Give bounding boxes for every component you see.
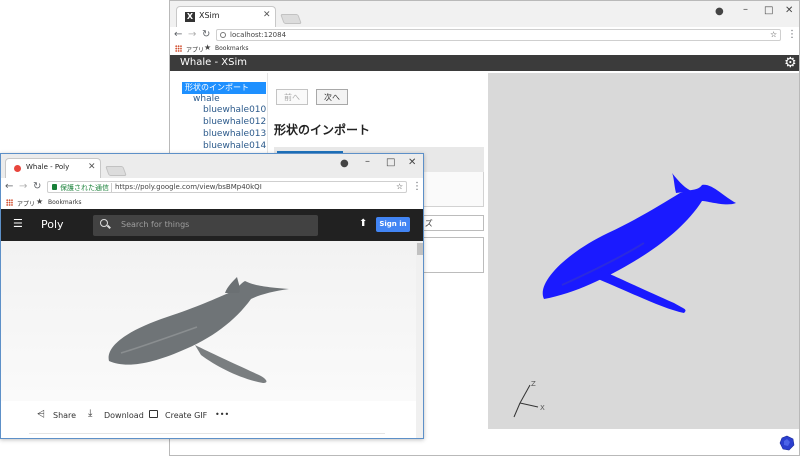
- download-button[interactable]: Download: [104, 411, 144, 420]
- profile-icon[interactable]: ●: [340, 158, 349, 169]
- sign-in-button[interactable]: Sign in: [376, 217, 410, 232]
- maximize-icon[interactable]: □: [764, 5, 773, 16]
- section-title: 形状のインポート: [274, 123, 371, 137]
- tree-item-bluewhale013[interactable]: bluewhale013: [203, 129, 266, 139]
- tab-strip: Whale - Poly ✕ ● – □ ✕: [1, 154, 423, 178]
- xsim-favicon-icon: X: [185, 12, 195, 22]
- close-tab-icon[interactable]: ✕: [263, 10, 271, 20]
- bookmarks-link[interactable]: Bookmarks: [48, 199, 82, 206]
- info-icon[interactable]: [220, 32, 226, 38]
- gif-icon: [149, 410, 158, 418]
- close-tab-icon[interactable]: ✕: [88, 162, 96, 172]
- z-axis-label: Z: [531, 380, 536, 388]
- search-icon: [100, 219, 108, 227]
- tree-item-bluewhale010[interactable]: bluewhale010: [203, 105, 266, 115]
- page-scrollbar[interactable]: [416, 241, 423, 438]
- new-tab-button[interactable]: [280, 14, 302, 24]
- action-bar: ⩤ Share ⤓ Download Create GIF •••: [1, 401, 416, 438]
- tab-whale-poly[interactable]: Whale - Poly ✕: [5, 158, 101, 178]
- menu-kebab-icon[interactable]: ⋮: [787, 29, 797, 40]
- tab-title: XSim: [199, 11, 220, 20]
- poly-header: ☰ Poly Search for things ⬆ Sign in: [1, 209, 423, 241]
- browser-toolbar: ← → ↻ localhost:12084 ☆ ⋮: [170, 27, 799, 43]
- x-axis-label: X: [540, 404, 545, 412]
- action-divider: [29, 433, 385, 434]
- 3d-viewport[interactable]: Z X: [488, 73, 799, 429]
- tree-item-import-shape[interactable]: 形状のインポート: [182, 82, 266, 94]
- hamburger-menu-icon[interactable]: ☰: [13, 217, 23, 230]
- minimize-icon[interactable]: –: [743, 4, 748, 15]
- search-placeholder: Search for things: [121, 220, 190, 229]
- address-bar[interactable]: 保護された通信 https://poly.google.com/view/bsB…: [47, 181, 407, 193]
- poly-browser-window: Whale - Poly ✕ ● – □ ✕ ← → ↻ 保護された通信 htt…: [0, 153, 424, 439]
- tab-title: Whale - Poly: [26, 163, 70, 171]
- create-gif-button[interactable]: Create GIF: [165, 411, 207, 420]
- address-bar[interactable]: localhost:12084 ☆: [216, 29, 781, 41]
- share-icon: ⩤: [37, 409, 45, 420]
- download-icon: ⤓: [88, 408, 93, 419]
- back-arrow-icon[interactable]: ←: [5, 181, 13, 192]
- tree-item-bluewhale012[interactable]: bluewhale012: [203, 117, 266, 127]
- tab-strip: X XSim ✕ ● – □ ✕: [170, 1, 799, 27]
- next-button[interactable]: 次へ: [316, 89, 348, 105]
- tree-item-bluewhale014[interactable]: bluewhale014: [203, 141, 266, 151]
- bookmarks-star-icon: ★: [36, 197, 44, 206]
- secure-label: 保護された通信: [60, 184, 109, 192]
- apps-link[interactable]: アプリ: [186, 45, 204, 54]
- tree-item-whale[interactable]: whale: [193, 94, 220, 104]
- axis-gizmo: [513, 384, 539, 418]
- share-button[interactable]: Share: [53, 411, 76, 420]
- bookmarks-bar: アプリ ★ Bookmarks: [1, 196, 423, 209]
- search-input[interactable]: Search for things: [93, 215, 318, 236]
- prev-button[interactable]: 前へ: [276, 89, 308, 105]
- profile-icon[interactable]: ●: [715, 6, 724, 17]
- bookmark-star-icon[interactable]: ☆: [396, 182, 403, 191]
- browser-toolbar: ← → ↻ 保護された通信 https://poly.google.com/vi…: [1, 178, 423, 196]
- model-preview[interactable]: [1, 241, 416, 401]
- apps-link[interactable]: アプリ: [17, 199, 35, 208]
- address-divider: [111, 183, 112, 192]
- forward-arrow-icon[interactable]: →: [19, 181, 27, 192]
- size-field[interactable]: イズ: [414, 215, 484, 231]
- address-text: https://poly.google.com/view/bsBMp40kQI: [115, 183, 262, 191]
- more-options-button[interactable]: •••: [215, 410, 229, 419]
- upload-icon[interactable]: ⬆: [359, 218, 367, 229]
- options-box: [414, 237, 484, 273]
- app-title: Whale - XSim: [180, 57, 247, 68]
- gear-icon[interactable]: ⚙: [784, 56, 797, 70]
- scrollbar-thumb[interactable]: [417, 243, 423, 255]
- bookmark-star-icon[interactable]: ☆: [770, 30, 777, 39]
- close-window-icon[interactable]: ✕: [785, 5, 793, 16]
- forward-arrow-icon[interactable]: →: [188, 29, 196, 40]
- app-header: Whale - XSim ⚙: [170, 55, 799, 71]
- maximize-icon[interactable]: □: [386, 157, 395, 168]
- apps-grid-icon[interactable]: [175, 45, 182, 52]
- reload-icon[interactable]: ↻: [33, 181, 41, 192]
- back-arrow-icon[interactable]: ←: [174, 29, 182, 40]
- apps-grid-icon[interactable]: [6, 199, 13, 206]
- new-tab-button[interactable]: [105, 166, 127, 176]
- close-window-icon[interactable]: ✕: [408, 157, 416, 168]
- bookmarks-bar: アプリ ★ Bookmarks: [170, 43, 799, 55]
- bookmarks-link[interactable]: Bookmarks: [215, 45, 249, 52]
- menu-kebab-icon[interactable]: ⋮: [412, 181, 422, 192]
- reload-icon[interactable]: ↻: [202, 29, 210, 40]
- poly-favicon-icon: [14, 165, 21, 172]
- tab-xsim[interactable]: X XSim ✕: [176, 6, 276, 27]
- lock-icon: [52, 184, 57, 190]
- address-text: localhost:12084: [230, 31, 287, 39]
- minimize-icon[interactable]: –: [365, 156, 370, 167]
- poly-brand[interactable]: Poly: [41, 218, 64, 231]
- poly-logo-icon: [779, 435, 795, 451]
- bookmarks-star-icon: ★: [204, 43, 212, 52]
- humpback-whale-model: [108, 277, 289, 383]
